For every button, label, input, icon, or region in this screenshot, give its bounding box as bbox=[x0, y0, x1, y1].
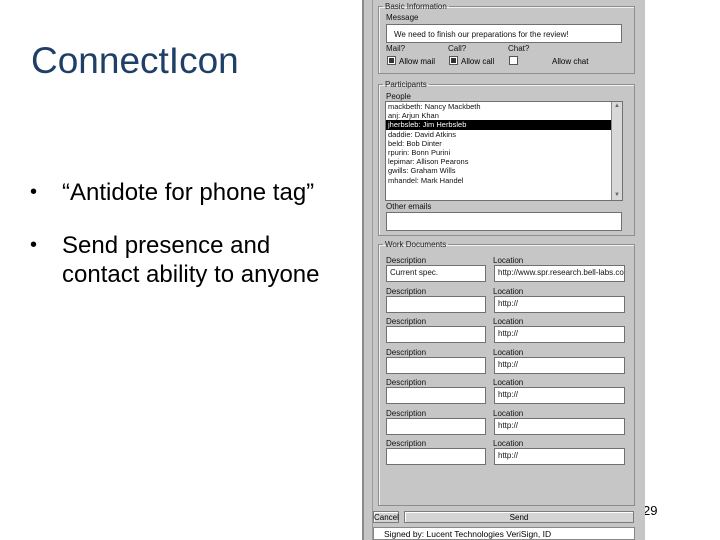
people-list[interactable]: mackbeth: Nancy Mackbeth anj: Arjun Khan… bbox=[385, 101, 623, 201]
bullet-list: “Antidote for phone tag” Send presence a… bbox=[30, 178, 320, 313]
list-item[interactable]: rpurin: Bonn Purini bbox=[386, 148, 622, 157]
people-label: People bbox=[386, 92, 411, 101]
message-input[interactable]: We need to finish our preparations for t… bbox=[386, 24, 622, 43]
list-item[interactable]: daddie: David Atkins bbox=[386, 130, 622, 139]
description-input[interactable] bbox=[386, 417, 486, 435]
description-label: Description bbox=[386, 286, 427, 296]
description-label: Description bbox=[386, 408, 427, 418]
location-label: Location bbox=[493, 256, 524, 265]
location-input[interactable]: http:// bbox=[494, 417, 625, 435]
list-item[interactable]: gwills: Graham Wills bbox=[386, 166, 622, 175]
list-item[interactable]: mackbeth: Nancy Mackbeth bbox=[386, 102, 622, 111]
other-emails-input[interactable] bbox=[386, 212, 622, 231]
location-label: Location bbox=[493, 347, 524, 357]
description-input[interactable] bbox=[386, 448, 486, 465]
location-input[interactable]: http:// bbox=[494, 387, 625, 404]
chat-label: Chat? bbox=[508, 44, 530, 53]
other-emails-label: Other emails bbox=[386, 202, 432, 211]
description-label: Description bbox=[386, 317, 427, 326]
list-item-selected[interactable]: jherbsleb: Jim Herbsleb bbox=[386, 120, 622, 130]
allow-call-checkbox[interactable] bbox=[449, 56, 458, 65]
page-number: 29 bbox=[643, 503, 658, 518]
send-button[interactable]: Send bbox=[404, 511, 634, 523]
description-label: Description bbox=[386, 439, 427, 448]
cancel-button[interactable]: Cancel bbox=[373, 511, 399, 523]
work-documents-legend: Work Documents bbox=[385, 240, 447, 249]
description-input[interactable] bbox=[386, 326, 486, 343]
location-input[interactable]: http://www.spr.research.bell-labs.com bbox=[494, 265, 625, 282]
allow-call-label: Allow call bbox=[461, 57, 495, 66]
allow-chat-checkbox[interactable] bbox=[509, 56, 518, 65]
location-label: Location bbox=[493, 378, 524, 387]
allow-chat-label: Allow chat bbox=[552, 57, 589, 66]
list-item[interactable]: lepimar: Allison Pearons bbox=[386, 157, 622, 166]
participants-legend: Participants bbox=[385, 80, 427, 89]
location-input[interactable]: http:// bbox=[494, 448, 625, 465]
mail-label: Mail? bbox=[386, 44, 406, 53]
location-label: Location bbox=[493, 408, 524, 418]
location-label: Location bbox=[493, 286, 524, 296]
allow-mail-label: Allow mail bbox=[399, 57, 436, 66]
description-input[interactable] bbox=[386, 356, 486, 374]
location-input[interactable]: http:// bbox=[494, 326, 625, 343]
location-input[interactable]: http:// bbox=[494, 356, 625, 374]
bullet-item: Send presence and contact ability to any… bbox=[30, 231, 320, 289]
description-label: Description bbox=[386, 378, 427, 387]
description-label: Description bbox=[386, 347, 427, 357]
description-label: Description bbox=[386, 256, 427, 265]
call-label: Call? bbox=[448, 44, 467, 53]
bullet-item: “Antidote for phone tag” bbox=[30, 178, 320, 207]
list-item[interactable]: mhandel: Mark Handel bbox=[386, 176, 622, 185]
description-input[interactable] bbox=[386, 387, 486, 404]
scroll-up-icon[interactable]: ▲ bbox=[612, 102, 622, 111]
slide-title: ConnectIcon bbox=[31, 40, 239, 81]
status-bar: Signed by: Lucent Technologies VeriSign,… bbox=[373, 527, 635, 540]
allow-mail-checkbox[interactable] bbox=[387, 56, 396, 65]
basic-information-legend: Basic Information bbox=[385, 2, 447, 11]
location-input[interactable]: http:// bbox=[494, 295, 625, 313]
message-label: Message bbox=[386, 13, 419, 22]
description-input[interactable]: Current spec. bbox=[386, 265, 486, 282]
list-item[interactable]: anj: Arjun Khan bbox=[386, 111, 622, 120]
list-item[interactable]: beld: Bob Dinter bbox=[386, 139, 622, 148]
location-label: Location bbox=[493, 317, 524, 326]
people-list-scrollbar[interactable]: ▲ ▼ bbox=[611, 102, 622, 200]
scroll-down-icon[interactable]: ▼ bbox=[612, 191, 622, 200]
location-label: Location bbox=[493, 439, 524, 448]
applet-edge bbox=[372, 0, 373, 540]
description-input[interactable] bbox=[386, 295, 486, 313]
